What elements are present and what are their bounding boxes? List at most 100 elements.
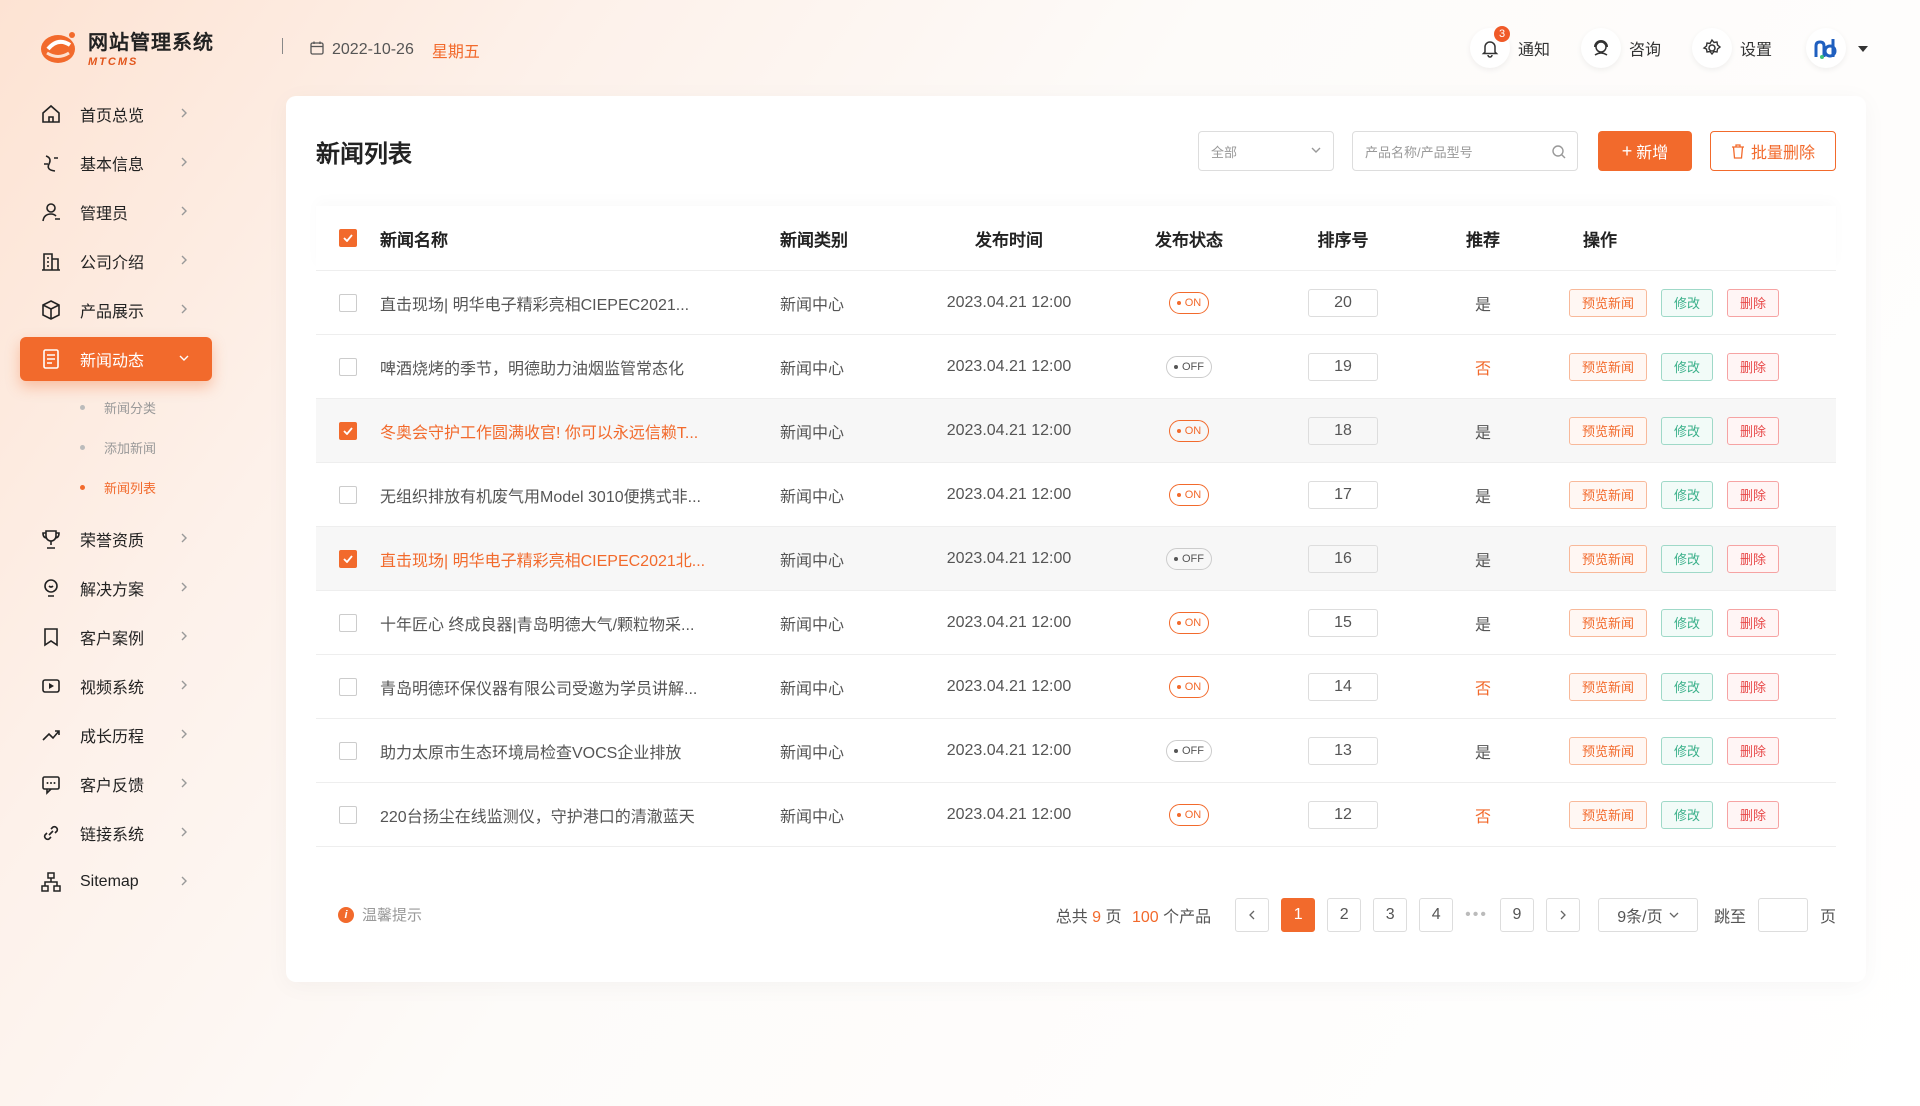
sidebar-item-4[interactable]: 产品展示 — [20, 288, 212, 332]
news-title[interactable]: 220台扬尘在线监测仪，守护港口的清澈蓝天 — [380, 803, 780, 827]
news-title[interactable]: 冬奥会守护工作圆满收官! 你可以永远信赖T... — [380, 419, 780, 443]
sidebar-item-5[interactable]: 新闻动态 — [20, 337, 212, 381]
sort-input[interactable]: 15 — [1308, 608, 1378, 637]
row-checkbox[interactable] — [339, 357, 357, 376]
select-all-checkbox[interactable] — [339, 229, 357, 247]
edit-button[interactable]: 修改 — [1661, 736, 1714, 765]
row-checkbox[interactable] — [339, 741, 357, 760]
sort-input[interactable]: 12 — [1308, 800, 1378, 829]
category-select[interactable]: 全部 — [1198, 131, 1334, 171]
sidebar-subitem-0[interactable]: 新闻分类 — [0, 387, 232, 427]
news-title[interactable]: 直击现场| 明华电子精彩亮相CIEPEC2021北... — [380, 547, 780, 571]
preview-button[interactable]: 预览新闻 — [1569, 544, 1648, 573]
sidebar-item-2[interactable]: 管理员 — [20, 190, 212, 234]
preview-button[interactable]: 预览新闻 — [1569, 416, 1648, 445]
sort-input[interactable]: 19 — [1308, 352, 1378, 381]
status-toggle[interactable]: ON — [1168, 803, 1210, 826]
sort-input[interactable]: 17 — [1308, 480, 1378, 509]
search-input[interactable]: 产品名称/产品型号 — [1352, 131, 1578, 171]
page-button[interactable]: 3 — [1373, 898, 1408, 932]
sidebar-subitem-1[interactable]: 添加新闻 — [0, 427, 232, 467]
edit-button[interactable]: 修改 — [1661, 288, 1714, 317]
delete-button[interactable]: 删除 — [1727, 352, 1780, 381]
next-page-button[interactable] — [1545, 898, 1580, 932]
settings-button[interactable]: 设置 — [1692, 26, 1772, 70]
sidebar-item-8[interactable]: 客户案例 — [20, 615, 212, 659]
status-toggle[interactable]: OFF — [1166, 547, 1212, 570]
sidebar-item-13[interactable]: Sitemap — [20, 860, 212, 904]
preview-button[interactable]: 预览新闻 — [1569, 352, 1648, 381]
row-checkbox[interactable] — [339, 485, 357, 504]
news-title[interactable]: 十年匠心 终成良器|青岛明德大气/颗粒物采... — [380, 611, 780, 635]
page-button[interactable]: 4 — [1419, 898, 1454, 932]
row-checkbox[interactable] — [339, 293, 357, 312]
delete-button[interactable]: 删除 — [1727, 736, 1780, 765]
sidebar-item-9[interactable]: 视频系统 — [20, 664, 212, 708]
sidebar-item-11[interactable]: 客户反馈 — [20, 762, 212, 806]
sidebar-item-3[interactable]: 公司介绍 — [20, 239, 212, 283]
delete-button[interactable]: 删除 — [1727, 416, 1780, 445]
sidebar-item-12[interactable]: 链接系统 — [20, 811, 212, 855]
news-title[interactable]: 啤酒烧烤的季节，明德助力油烟监管常态化 — [380, 355, 780, 379]
preview-button[interactable]: 预览新闻 — [1569, 288, 1648, 317]
row-checkbox[interactable] — [339, 677, 357, 696]
news-title[interactable]: 助力太原市生态环境局检查VOCS企业排放 — [380, 739, 780, 763]
delete-button[interactable]: 删除 — [1727, 800, 1780, 829]
row-checkbox[interactable] — [339, 805, 357, 824]
prev-page-button[interactable] — [1235, 898, 1270, 932]
edit-button[interactable]: 修改 — [1661, 480, 1714, 509]
status-toggle[interactable]: ON — [1168, 611, 1210, 634]
delete-button[interactable]: 删除 — [1727, 672, 1780, 701]
jump-input[interactable] — [1757, 898, 1808, 932]
sidebar-item-1[interactable]: 基本信息 — [20, 141, 212, 185]
status-toggle[interactable]: OFF — [1166, 355, 1212, 378]
sidebar-item-6[interactable]: 荣誉资质 — [20, 517, 212, 561]
page-button[interactable]: 2 — [1327, 898, 1362, 932]
edit-button[interactable]: 修改 — [1661, 352, 1714, 381]
delete-button[interactable]: 删除 — [1727, 480, 1780, 509]
status-toggle[interactable]: ON — [1168, 291, 1210, 314]
sort-input[interactable]: 16 — [1308, 544, 1378, 573]
bulk-delete-button[interactable]: 批量删除 — [1710, 131, 1836, 171]
sort-input[interactable]: 18 — [1308, 416, 1378, 445]
page-button[interactable]: 1 — [1281, 898, 1316, 932]
row-checkbox[interactable] — [339, 549, 357, 568]
edit-button[interactable]: 修改 — [1661, 800, 1714, 829]
delete-button[interactable]: 删除 — [1727, 288, 1780, 317]
edit-button[interactable]: 修改 — [1661, 672, 1714, 701]
edit-button[interactable]: 修改 — [1661, 608, 1714, 637]
preview-button[interactable]: 预览新闻 — [1569, 480, 1648, 509]
delete-button[interactable]: 删除 — [1727, 544, 1780, 573]
sort-input[interactable]: 13 — [1308, 736, 1378, 765]
status-toggle[interactable]: ON — [1168, 419, 1210, 442]
tip[interactable]: i 温馨提示 — [338, 904, 422, 925]
status-toggle[interactable]: ON — [1168, 675, 1210, 698]
edit-button[interactable]: 修改 — [1661, 416, 1714, 445]
preview-button[interactable]: 预览新闻 — [1569, 736, 1648, 765]
row-checkbox[interactable] — [339, 613, 357, 632]
sidebar-item-10[interactable]: 成长历程 — [20, 713, 212, 757]
sort-input[interactable]: 20 — [1308, 288, 1378, 317]
edit-button[interactable]: 修改 — [1661, 544, 1714, 573]
preview-button[interactable]: 预览新闻 — [1569, 608, 1648, 637]
notify-button[interactable]: 3 通知 — [1470, 26, 1550, 70]
delete-button[interactable]: 删除 — [1727, 608, 1780, 637]
page-size-select[interactable]: 9条/页 — [1597, 898, 1698, 932]
news-title[interactable]: 无组织排放有机废气用Model 3010便携式非... — [380, 483, 780, 507]
status-toggle[interactable]: ON — [1168, 483, 1210, 506]
sidebar-subitem-2[interactable]: 新闻列表 — [0, 467, 232, 507]
sidebar-item-7[interactable]: 解决方案 — [20, 566, 212, 610]
news-title[interactable]: 青岛明德环保仪器有限公司受邀为学员讲解... — [380, 675, 780, 699]
user-menu[interactable] — [1806, 26, 1868, 70]
status-toggle[interactable]: OFF — [1166, 739, 1212, 762]
news-title[interactable]: 直击现场| 明华电子精彩亮相CIEPEC2021... — [380, 291, 780, 315]
page-button[interactable]: 9 — [1499, 898, 1534, 932]
search-icon[interactable] — [1551, 144, 1567, 160]
add-button[interactable]: + 新增 — [1598, 131, 1692, 171]
row-checkbox[interactable] — [339, 421, 357, 440]
preview-button[interactable]: 预览新闻 — [1569, 672, 1648, 701]
sort-input[interactable]: 14 — [1308, 672, 1378, 701]
consult-button[interactable]: 咨询 — [1581, 26, 1661, 70]
sidebar-item-0[interactable]: 首页总览 — [20, 92, 212, 136]
preview-button[interactable]: 预览新闻 — [1569, 800, 1648, 829]
